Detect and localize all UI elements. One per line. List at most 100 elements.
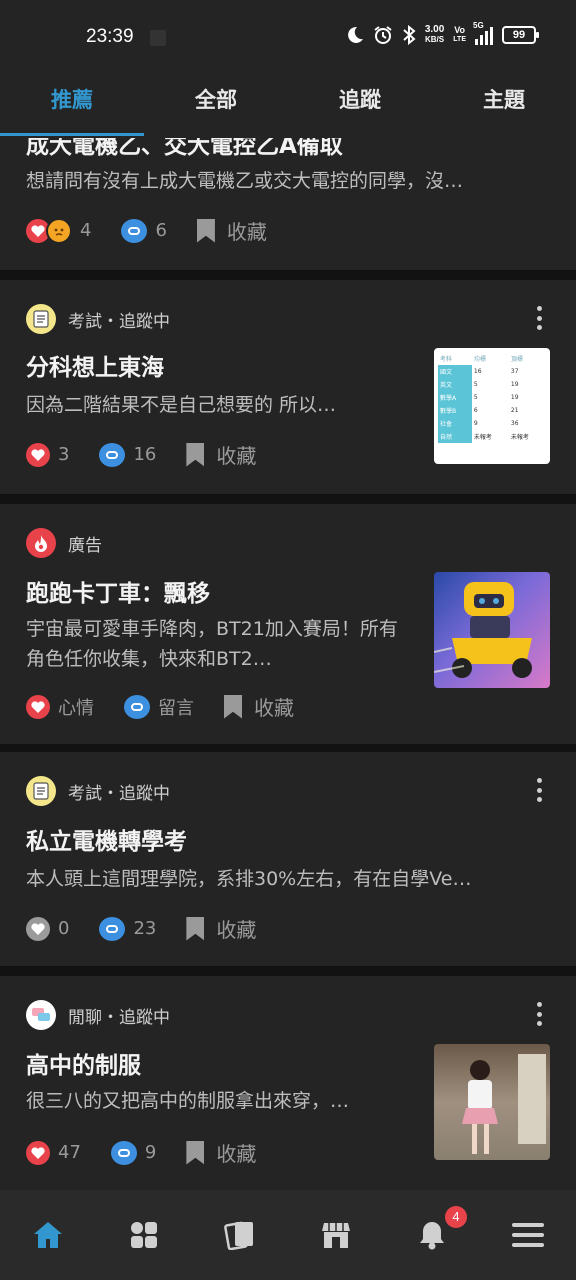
ad-thumbnail[interactable]: [434, 572, 550, 688]
table-cell: 自然: [438, 430, 472, 443]
reaction-count: 4: [80, 220, 92, 241]
post-title[interactable]: 高中的制服: [26, 1046, 141, 1080]
heart-icon: [26, 1140, 50, 1165]
score-table: 考科 均標 頂標 國文 16 37 英文 5 19 數學A 5 19 數學B 6…: [438, 352, 546, 443]
chat-board-icon: [26, 1000, 56, 1030]
status-icons: 3.00 KB/S Vo LTE 5G 99: [346, 21, 539, 45]
post-actions: 心情 留言 收藏: [26, 692, 294, 721]
more-options-icon[interactable]: [532, 306, 546, 330]
board-label[interactable]: 考試・追蹤中: [68, 307, 170, 332]
save-button[interactable]: 收藏: [186, 440, 256, 469]
comment-icon: [99, 916, 126, 941]
reaction-button[interactable]: 47: [26, 1140, 81, 1165]
comment-count: 16: [133, 444, 157, 465]
save-button[interactable]: 收藏: [186, 1138, 256, 1167]
fire-icon: [26, 528, 56, 558]
comment-button[interactable]: 9: [110, 1140, 156, 1165]
table-cell: 5: [473, 394, 478, 401]
more-options-icon[interactable]: [532, 778, 546, 802]
comment-button[interactable]: 6: [121, 218, 167, 243]
comment-button[interactable]: 16: [99, 442, 157, 467]
tab-recommended[interactable]: 推薦: [0, 72, 144, 138]
board-label[interactable]: 閒聊・追蹤中: [68, 1003, 170, 1028]
post-title[interactable]: 分科想上東海: [26, 348, 164, 382]
post-card[interactable]: 成大電機乙、交大電控乙A備取 想請問有沒有上成大電機乙或交大電控的同學，沒… 4…: [0, 138, 576, 270]
post-actions: 4 6 收藏: [26, 216, 267, 245]
volte-indicator: Vo LTE: [453, 26, 466, 44]
status-bar: 23:39 3.00 KB/S Vo LTE 5G 99: [0, 0, 576, 72]
ad-card[interactable]: 廣告 跑跑卡丁車：飄移 宇宙最可愛車手降肉，BT21加入賽局！所有角色任你收集，…: [0, 504, 576, 744]
save-label: 收藏: [216, 918, 257, 942]
shop-icon: [322, 1223, 350, 1248]
post-title[interactable]: 跑跑卡丁車：飄移: [26, 574, 210, 608]
tab-all[interactable]: 全部: [144, 72, 288, 138]
comment-count: 23: [133, 918, 157, 939]
post-meta: 閒聊・追蹤中: [26, 1000, 170, 1030]
battery-indicator: 99: [502, 26, 539, 44]
table-cell: 數學B: [438, 404, 472, 417]
post-actions: 47 9 收藏: [26, 1138, 256, 1167]
post-actions: 0 23 收藏: [26, 914, 256, 943]
bottom-navigation: 4: [0, 1190, 576, 1280]
top-tabs: 推薦 全部 追蹤 主題: [0, 72, 576, 138]
post-excerpt: 宇宙最可愛車手降肉，BT21加入賽局！所有角色任你收集，快來和BT2…: [26, 618, 398, 670]
table-cell: 19: [510, 381, 519, 388]
save-label: 收藏: [216, 1142, 257, 1166]
reaction-count: 47: [58, 1142, 81, 1163]
bookmark-icon: [186, 916, 205, 941]
grid-icon: [131, 1222, 157, 1248]
nav-menu[interactable]: [480, 1190, 576, 1280]
volte-top: Vo: [454, 25, 466, 35]
post-feed[interactable]: 成大電機乙、交大電控乙A備取 想請問有沒有上成大電機乙或交大電控的同學，沒… 4…: [0, 138, 576, 1190]
net-speed: 3.00 KB/S: [425, 25, 444, 45]
table-cell: 37: [510, 368, 519, 375]
board-label[interactable]: 考試・追蹤中: [68, 779, 170, 804]
comment-icon: [121, 218, 148, 243]
comment-button[interactable]: 23: [99, 916, 157, 941]
nav-notifications[interactable]: 4: [384, 1190, 480, 1280]
net-speed-value: 3.00: [424, 24, 445, 35]
nav-shop[interactable]: [288, 1190, 384, 1280]
net-speed-unit: KB/S: [425, 35, 445, 44]
reaction-button[interactable]: 3: [26, 442, 70, 467]
post-title[interactable]: 成大電機乙、交大電控乙A備取: [26, 138, 343, 160]
comment-count: 6: [155, 220, 167, 241]
tab-topics[interactable]: 主題: [432, 72, 576, 138]
post-excerpt: 很三八的又把高中的制服拿出來穿，…: [26, 1090, 350, 1112]
nav-boards[interactable]: [96, 1190, 192, 1280]
save-label: 收藏: [254, 696, 294, 720]
reaction-button[interactable]: 心情: [26, 694, 94, 720]
save-button[interactable]: 收藏: [186, 914, 256, 943]
comment-button[interactable]: 留言: [124, 694, 194, 720]
table-cell: 36: [510, 420, 519, 427]
more-options-icon[interactable]: [532, 1002, 546, 1026]
post-card[interactable]: 考試・追蹤中 私立電機轉學考 本人頭上這間理學院，系排30%左右，有在自學Ve……: [0, 752, 576, 966]
reaction-button[interactable]: 0: [26, 916, 69, 941]
post-thumbnail[interactable]: 考科 均標 頂標 國文 16 37 英文 5 19 數學A 5 19 數學B 6…: [434, 348, 550, 464]
post-excerpt: 想請問有沒有上成大電機乙或交大電控的同學，沒…: [26, 170, 464, 192]
uniform-photo-image: [462, 1054, 546, 1154]
tab-following[interactable]: 追蹤: [288, 72, 432, 138]
save-label: 收藏: [226, 220, 267, 244]
post-card[interactable]: 閒聊・追蹤中 高中的制服 很三八的又把高中的制服拿出來穿，… 47 9 收藏: [0, 976, 576, 1190]
table-cell: 未報考: [473, 434, 492, 441]
save-button[interactable]: 收藏: [196, 216, 267, 245]
reaction-button[interactable]: 4: [26, 217, 92, 244]
nav-home[interactable]: [0, 1190, 96, 1280]
comment-icon: [124, 694, 150, 719]
nav-cards[interactable]: [192, 1190, 288, 1280]
moon-icon: [347, 26, 363, 43]
reaction-count: 3: [58, 444, 70, 465]
reaction-label: 心情: [58, 697, 94, 719]
post-card[interactable]: 考試・追蹤中 分科想上東海 因為二階結果不是自己想要的 所以… 考科 均標 頂標…: [0, 280, 576, 494]
bookmark-icon: [196, 218, 215, 243]
post-title[interactable]: 私立電機轉學考: [26, 822, 187, 856]
post-thumbnail[interactable]: [434, 1044, 550, 1160]
table-cell: 9: [473, 420, 478, 427]
save-button[interactable]: 收藏: [224, 692, 294, 721]
table-cell: 5: [473, 381, 478, 388]
table-cell: 國文: [438, 365, 472, 378]
post-meta: 考試・追蹤中: [26, 304, 170, 334]
signal-label: 5G: [473, 21, 484, 30]
table-header: 考科: [440, 356, 453, 363]
